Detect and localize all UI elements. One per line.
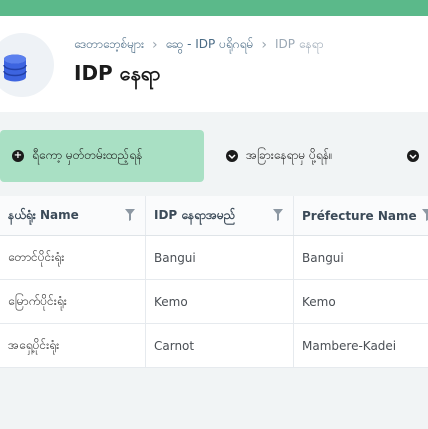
add-record-button[interactable]: + ရီကော့ မှတ်တမ်းထည့်ရန် bbox=[0, 130, 204, 182]
column-header-label: Préfecture Name bbox=[302, 208, 417, 223]
table-cell: Bangui bbox=[146, 236, 294, 279]
table-cell: တောင်ပိုင်းရုံး bbox=[0, 236, 146, 279]
top-accent-bar bbox=[0, 0, 428, 16]
table-cell: Kemo bbox=[302, 294, 336, 309]
table-cell: အရှေ့ပိုင်းရုံး bbox=[0, 324, 146, 367]
breadcrumb-current: IDP နေရာ bbox=[275, 37, 324, 51]
database-icon bbox=[3, 54, 27, 82]
column-header-idp-site[interactable]: IDP နေရာအမည် bbox=[146, 196, 294, 235]
filter-icon[interactable] bbox=[273, 209, 283, 221]
table-row[interactable]: အရှေ့ပိုင်းရုံး Carnot Mambere-Kadei bbox=[0, 324, 428, 368]
table-cell: Carnot bbox=[146, 324, 294, 367]
column-header-label: နယ်ရုံး Name bbox=[8, 207, 79, 222]
add-record-label: ရီကော့ မှတ်တမ်းထည့်ရန် bbox=[32, 148, 143, 162]
filter-icon[interactable] bbox=[125, 209, 135, 221]
plus-circle-icon: + bbox=[12, 150, 24, 162]
records-table: နယ်ရုံး Name IDP နေရာအမည် Préfecture Nam… bbox=[0, 196, 428, 368]
database-icon-container bbox=[0, 33, 54, 97]
table-header-row: နယ်ရုံး Name IDP နေရာအမည် Préfecture Nam… bbox=[0, 196, 428, 236]
breadcrumb: ဒေတာဘေ့စ်များ › ဆွေ - IDP ပရိုဂရမ် › IDP… bbox=[74, 36, 323, 54]
breadcrumb-program[interactable]: ဆွေ - IDP ပရိုဂရမ် bbox=[166, 36, 254, 54]
page-header: ဒေတာဘေ့စ်များ › ဆွေ - IDP ပရိုဂရမ် › IDP… bbox=[0, 16, 428, 112]
table-cell: Mambere-Kadei bbox=[302, 338, 397, 353]
filter-icon[interactable] bbox=[422, 209, 428, 221]
column-header-prefecture[interactable]: Préfecture Name bbox=[294, 196, 428, 235]
import-button[interactable]: အခြားနေရာမှ ပို့ရန်။ bbox=[226, 130, 333, 182]
chevron-right-icon: › bbox=[261, 37, 268, 53]
table-row[interactable]: တောင်ပိုင်းရုံး Bangui Bangui bbox=[0, 236, 428, 280]
table-row[interactable]: မြောက်ပိုင်းရုံး Kemo Kemo bbox=[0, 280, 428, 324]
table-cell: Kemo bbox=[146, 280, 294, 323]
chevron-right-icon: › bbox=[152, 37, 158, 53]
column-header-office[interactable]: နယ်ရုံး Name bbox=[0, 196, 146, 235]
more-action-button[interactable] bbox=[407, 130, 419, 182]
download-circle-icon bbox=[407, 150, 419, 162]
table-cell: Bangui bbox=[302, 250, 344, 265]
download-circle-icon bbox=[226, 150, 238, 162]
breadcrumb-databases[interactable]: ဒေတာဘေ့စ်များ bbox=[74, 36, 144, 54]
table-cell: မြောက်ပိုင်းရုံး bbox=[0, 280, 146, 323]
toolbar: + ရီကော့ မှတ်တမ်းထည့်ရန် အခြားနေရာမှ ပို… bbox=[0, 130, 428, 182]
column-header-label: IDP နေရာအမည် bbox=[154, 207, 236, 222]
import-label: အခြားနေရာမှ ပို့ရန်။ bbox=[246, 148, 333, 162]
page-title: IDP နေရာ bbox=[74, 61, 161, 85]
